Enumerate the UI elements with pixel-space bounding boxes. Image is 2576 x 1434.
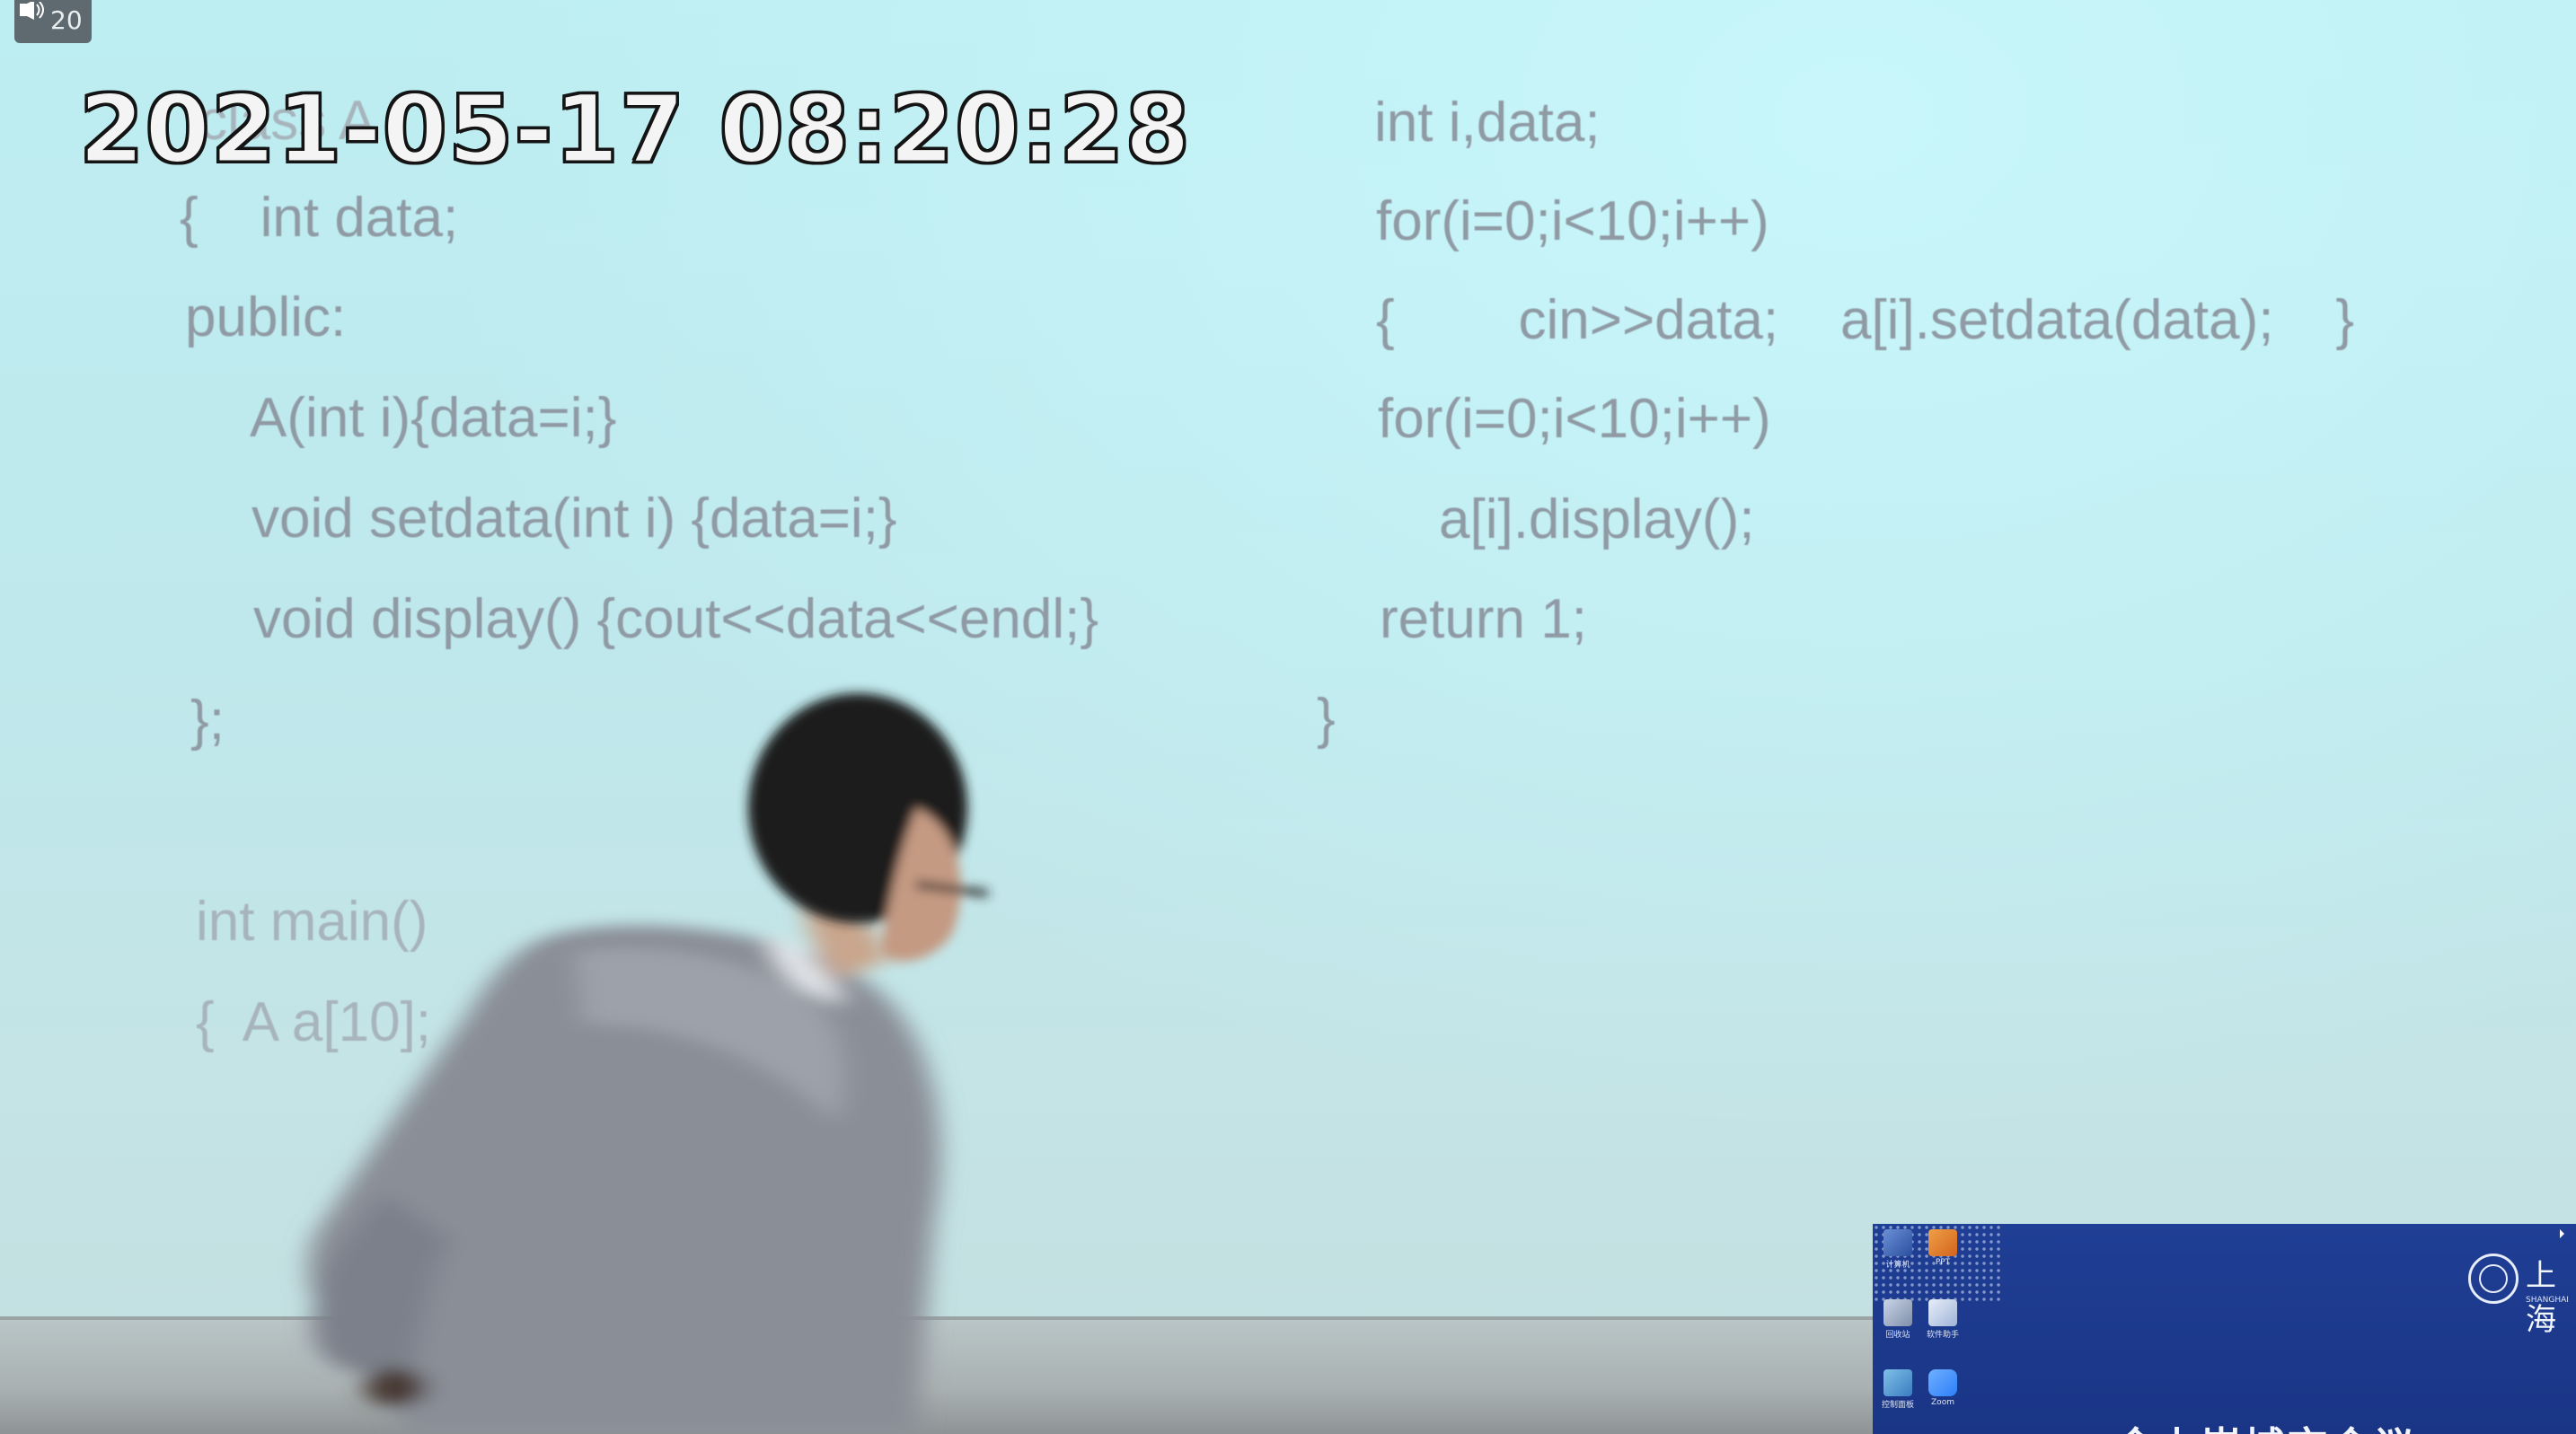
recycle-bin-icon (1883, 1299, 1912, 1326)
zoom-icon (1928, 1369, 1957, 1396)
desktop-banner-text: 会上嵌城市会议 (2115, 1414, 2417, 1434)
university-seal-icon (2468, 1254, 2519, 1304)
chat-icon (1928, 1299, 1957, 1326)
speaker-icon (20, 2, 44, 20)
desktop-icon-label: PPT (1935, 1258, 1951, 1267)
desktop-icon-label: 计算机 (1885, 1261, 1910, 1270)
computer-icon (1883, 1229, 1912, 1256)
desktop-preview: 计算机 PPT 回收站 软件助手 控制面板 Zoom 上海 SHANGHAI 会… (1873, 1224, 2576, 1434)
desktop-icon-computer[interactable]: 计算机 (1878, 1229, 1918, 1270)
desktop-icon-zoom[interactable]: Zoom (1923, 1369, 1963, 1407)
desktop-icon-helper[interactable]: 软件助手 (1923, 1299, 1963, 1340)
desktop-icon-label: 控制面板 (1881, 1401, 1914, 1410)
desktop-icon-control-panel[interactable]: 控制面板 (1878, 1369, 1918, 1410)
volume-level: 20 (50, 5, 83, 35)
desktop-icon-label: 回收站 (1885, 1331, 1910, 1340)
university-logo-subtext: SHANGHAI (2526, 1296, 2569, 1305)
volume-badge[interactable]: 20 (14, 0, 92, 43)
desktop-icon-label: 软件助手 (1926, 1331, 1959, 1340)
video-timestamp: 2021-05-17 08:20:28 (78, 75, 1192, 184)
mouse-cursor-icon (2560, 1229, 2564, 1238)
control-panel-icon (1883, 1369, 1912, 1396)
desktop-icon-recycle-bin[interactable]: 回收站 (1878, 1299, 1918, 1340)
presenter-figure (307, 693, 989, 1434)
desktop-icon-label: Zoom (1931, 1398, 1954, 1407)
university-logo-text: 上海 (2526, 1258, 2556, 1338)
powerpoint-icon (1928, 1229, 1957, 1256)
desktop-icon-ppt[interactable]: PPT (1923, 1229, 1963, 1267)
